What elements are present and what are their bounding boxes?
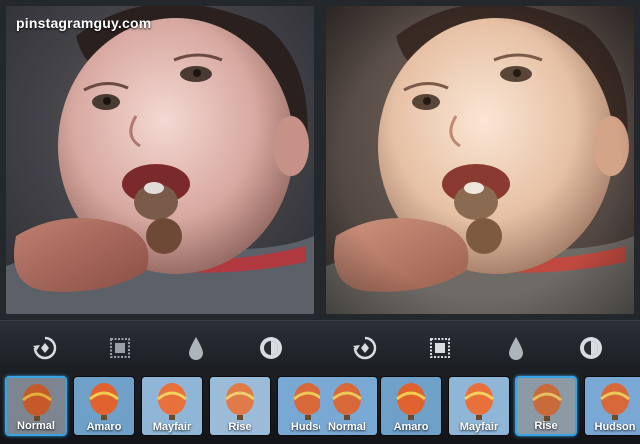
filter-normal[interactable]: Normal	[320, 376, 378, 436]
filter-label: Normal	[17, 420, 55, 432]
filter-label: Rise	[534, 420, 558, 432]
photo-preview-normal: pinstagramguy.com	[6, 6, 314, 314]
filter-rise[interactable]: Rise	[515, 376, 577, 436]
filter-mayfair[interactable]: Mayfair	[448, 376, 510, 436]
watermark-text: pinstagramguy.com	[16, 15, 152, 31]
filter-label: Amaro	[86, 421, 122, 433]
filter-strip: Normal Amaro Mayfair Rise Hudso	[0, 372, 320, 444]
filter-mayfair[interactable]: Mayfair	[141, 376, 203, 436]
left-editor-panel: pinstagramguy.com Normal Amaro Mayfair R…	[0, 0, 320, 444]
rotate-icon[interactable]	[350, 333, 380, 363]
right-editor-panel: Normal Amaro Mayfair Rise Hudson	[320, 0, 640, 444]
filter-label: Hudson	[594, 421, 636, 433]
edit-toolbar	[0, 320, 320, 372]
filter-label: Rise	[228, 421, 252, 433]
filter-label: Normal	[328, 421, 366, 433]
filter-hudson[interactable]: Hudson	[584, 376, 640, 436]
filter-label: Hudso	[290, 421, 320, 433]
brightness-icon[interactable]	[576, 333, 606, 363]
filter-strip: Normal Amaro Mayfair Rise Hudson	[320, 372, 640, 444]
filter-rise[interactable]: Rise	[209, 376, 271, 436]
filter-label: Mayfair	[459, 421, 499, 433]
filter-label: Mayfair	[152, 421, 192, 433]
filter-hudson[interactable]: Hudso	[277, 376, 320, 436]
rotate-icon[interactable]	[30, 333, 60, 363]
filter-label: Amaro	[393, 421, 429, 433]
drop-blur-icon[interactable]	[501, 333, 531, 363]
frame-border-icon[interactable]	[425, 333, 455, 363]
edit-toolbar	[320, 320, 640, 372]
filter-amaro[interactable]: Amaro	[73, 376, 135, 436]
filter-normal[interactable]: Normal	[5, 376, 67, 436]
filter-amaro[interactable]: Amaro	[380, 376, 442, 436]
frame-border-icon[interactable]	[105, 333, 135, 363]
brightness-icon[interactable]	[256, 333, 286, 363]
drop-blur-icon[interactable]	[181, 333, 211, 363]
photo-preview-rise	[326, 6, 634, 314]
